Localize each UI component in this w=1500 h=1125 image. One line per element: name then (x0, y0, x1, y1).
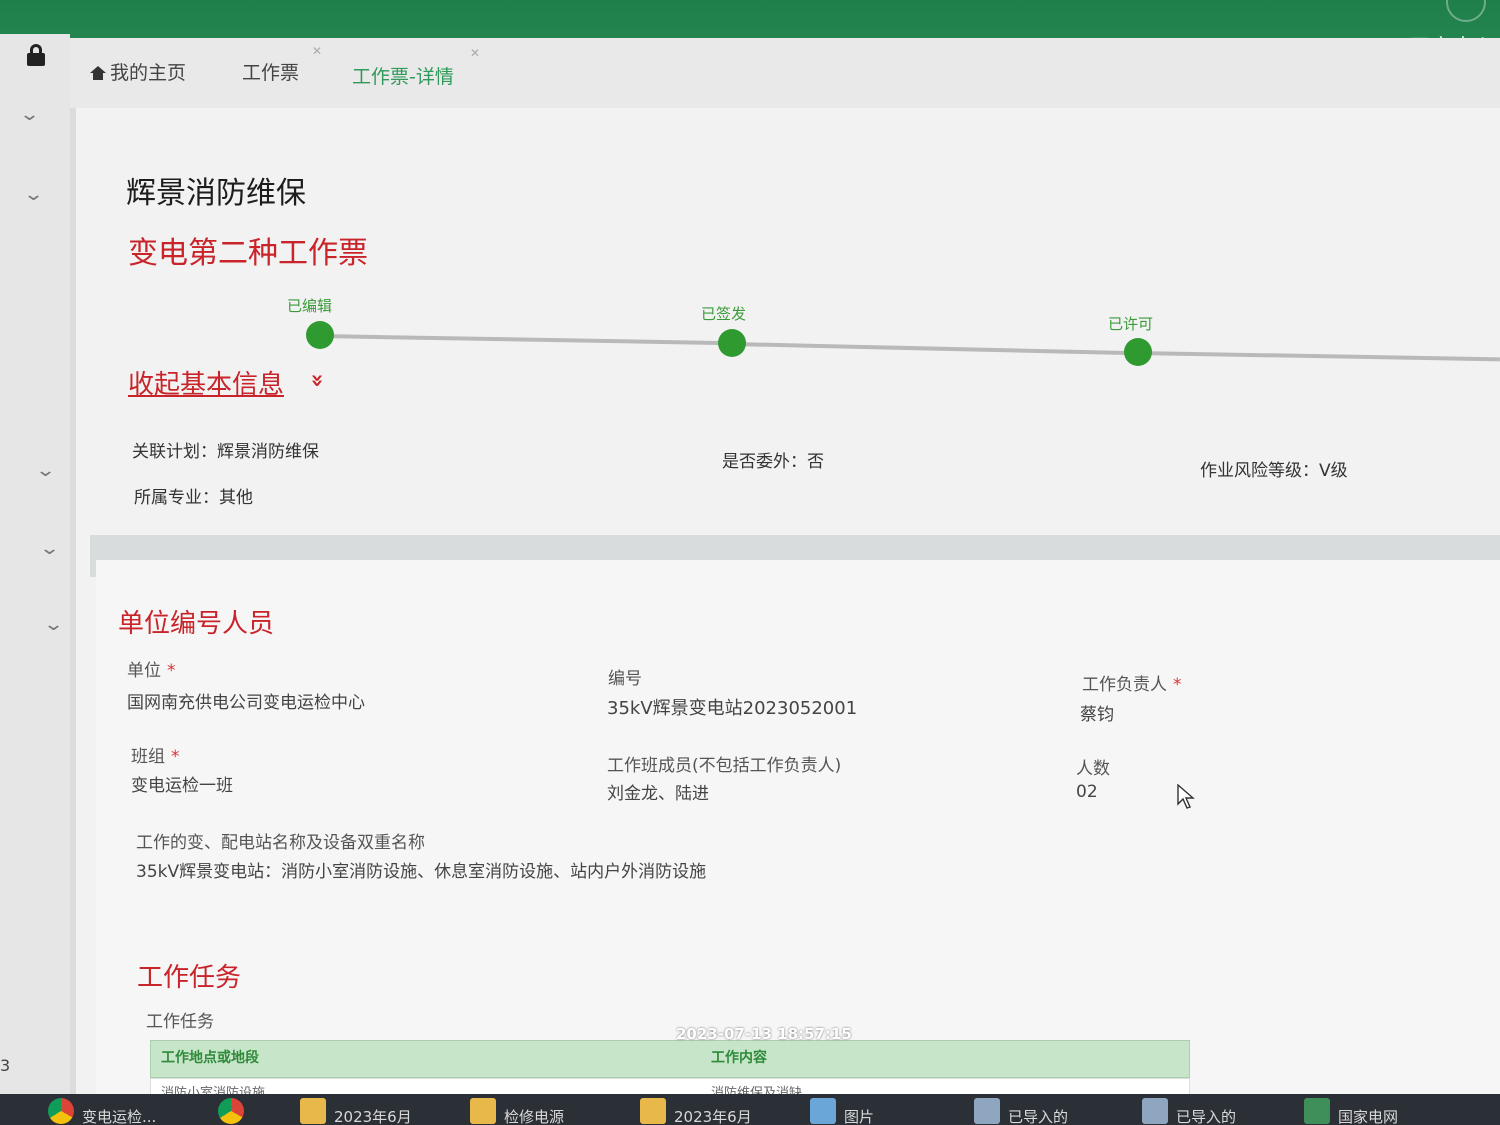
work-task-label: 工作任务 (146, 1012, 214, 1032)
risk-level: 作业风险等级：Ⅴ级 (1200, 461, 1348, 481)
table-header: 工作地点或地段 工作内容 (150, 1040, 1190, 1078)
column-header: 工作地点或地段 (161, 1050, 259, 1066)
members-label: 工作班成员(不包括工作负责人) (607, 756, 842, 776)
app-icon (1142, 1098, 1168, 1124)
members-value: 刘金龙、陆进 (607, 784, 709, 804)
taskbar-label: 检修电源 (504, 1108, 565, 1125)
personnel-section-title: 单位编号人员 (118, 609, 275, 639)
number-label: 编号 (608, 669, 642, 689)
step-label: 已编辑 (287, 297, 333, 315)
outsourced-flag: 是否委外：否 (722, 452, 824, 472)
grid-icon (1304, 1098, 1330, 1124)
taskbar-label: 国家电网 (1338, 1108, 1399, 1125)
chevron-down-icon[interactable]: ⌄ (19, 104, 40, 125)
related-plan: 关联计划：辉景消防维保 (132, 442, 319, 462)
chevron-down-icon[interactable]: ⌄ (43, 614, 64, 635)
taskbar-label: 图片 (844, 1108, 875, 1125)
tab-work-ticket-detail[interactable]: 工作票-详情 (352, 62, 454, 89)
home-icon (90, 66, 106, 80)
station-value: 35kV辉景变电站：消防小室消防设施、休息室消防设施、站内户外消防设施 (136, 862, 707, 882)
station-label: 工作的变、配电站名称及设备双重名称 (136, 833, 425, 853)
step-dot-permitted (1124, 338, 1152, 366)
chrome-icon (218, 1098, 244, 1124)
chrome-icon (48, 1098, 74, 1124)
step-dot-edited (306, 321, 334, 349)
chevron-down-icon[interactable]: ⌄ (35, 460, 56, 481)
work-task-section-title: 工作任务 (137, 963, 242, 993)
edge-text: 3 (0, 1056, 11, 1075)
photo-timestamp: 2023-07-13 18:57:15 (676, 1025, 852, 1043)
tab-label: 工作票 (242, 62, 300, 84)
taskbar-item[interactable]: 变电运检... (40, 1094, 200, 1125)
taskbar-item[interactable] (210, 1094, 270, 1125)
taskbar-item[interactable]: 2023年6月 (292, 1094, 452, 1125)
double-chevron-down-icon[interactable]: » (305, 373, 330, 387)
close-icon[interactable]: ✕ (312, 44, 322, 58)
step-dot-issued (718, 329, 746, 357)
taskbar-label: 已导入的 (1008, 1108, 1069, 1125)
unit-value: 国网南充供电公司变电运检中心 (127, 693, 365, 713)
step-label: 已签发 (701, 305, 747, 323)
taskbar-item[interactable]: 已导入的 (966, 1094, 1126, 1125)
chevron-down-icon[interactable]: ⌄ (39, 538, 60, 559)
lock-icon[interactable] (27, 44, 45, 66)
tab-work-ticket[interactable]: 工作票 (242, 58, 299, 85)
work-task-table: 工作地点或地段 工作内容 消防小室消防设施 消防维保及消缺 (150, 1040, 1190, 1101)
taskbar-label: 变电运检... (82, 1108, 157, 1125)
ticket-type-title: 变电第二种工作票 (128, 236, 368, 271)
taskbar-item[interactable]: 2023年6月 (632, 1094, 792, 1125)
taskbar-item[interactable]: 检修电源 (462, 1094, 622, 1125)
tab-home[interactable]: 我的主页 (90, 58, 186, 85)
taskbar-item[interactable]: 国家电网 (1296, 1094, 1466, 1125)
step-label: 已许可 (1108, 315, 1154, 333)
count-value: 02 (1076, 782, 1098, 802)
taskbar-item[interactable]: 图片 (802, 1094, 962, 1125)
plan-title: 辉景消防维保 (126, 176, 306, 211)
app-icon (974, 1098, 1000, 1124)
collapse-basic-info-link[interactable]: 收起基本信息 (128, 364, 284, 401)
taskbar-label: 已导入的 (1176, 1108, 1237, 1125)
team-value: 变电运检一班 (131, 776, 233, 796)
leader-value: 蔡钧 (1080, 705, 1114, 725)
taskbar: 变电运检... 2023年6月 检修电源 2023年6月 图片 已导入的 已导入… (0, 1094, 1500, 1125)
column-header: 工作内容 (711, 1050, 767, 1066)
picture-icon (810, 1098, 836, 1124)
close-icon[interactable]: ✕ (470, 46, 480, 60)
specialty: 所属专业：其他 (134, 488, 253, 508)
tab-label: 我的主页 (110, 62, 187, 84)
header-circle-icon[interactable] (1446, 0, 1486, 22)
sidebar: ⌄ ⌄ ⌄ ⌄ ⌄ (0, 34, 70, 1094)
folder-icon (470, 1098, 496, 1124)
tab-label: 工作票-详情 (352, 66, 454, 88)
folder-icon (300, 1098, 326, 1124)
chevron-down-icon[interactable]: ⌄ (23, 184, 44, 205)
unit-label: 单位 * (127, 661, 176, 681)
taskbar-label: 2023年6月 (674, 1108, 752, 1125)
leader-label: 工作负责人 * (1082, 675, 1182, 695)
mouse-cursor-icon (1177, 784, 1195, 809)
taskbar-label: 2023年6月 (334, 1108, 412, 1125)
team-label: 班组 * (131, 747, 180, 767)
number-value: 35kV辉景变电站2023052001 (607, 698, 858, 719)
count-label: 人数 (1076, 759, 1110, 779)
folder-icon (640, 1098, 666, 1124)
tab-strip: 我的主页 工作票 ✕ 工作票-详情 ✕ (70, 38, 1500, 108)
taskbar-item[interactable]: 已导入的 (1134, 1094, 1294, 1125)
